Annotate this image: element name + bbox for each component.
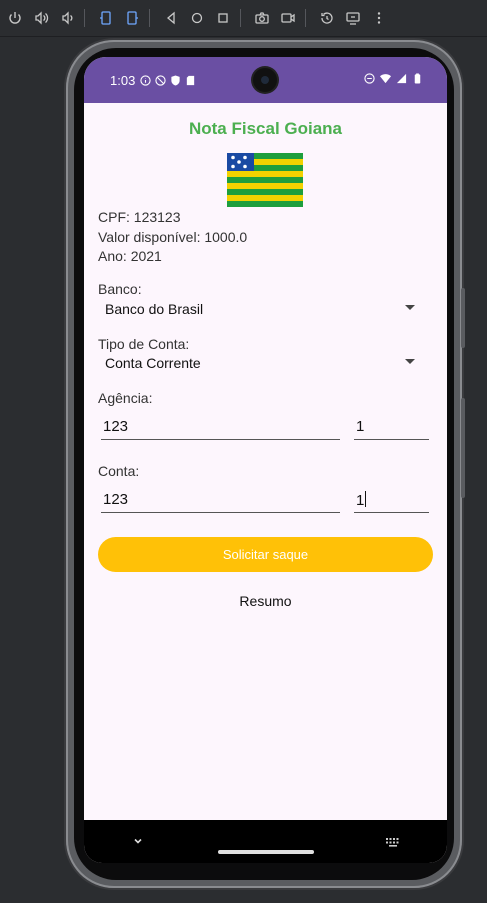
front-camera	[253, 68, 277, 92]
status-time: 1:03	[110, 72, 136, 88]
info-icon	[140, 74, 151, 86]
dropdown-arrow-icon	[405, 305, 415, 310]
account-digit-value: 1	[356, 492, 365, 509]
summary-button[interactable]: Resumo	[84, 593, 447, 609]
nav-collapse-icon[interactable]	[132, 834, 144, 852]
display-mode-icon[interactable]	[342, 7, 364, 29]
goias-flag-image	[227, 153, 303, 207]
account-label: Conta:	[98, 463, 140, 479]
account-input-value: 123	[103, 491, 129, 508]
toolbar-separator	[305, 9, 306, 27]
overview-icon[interactable]	[212, 7, 234, 29]
bank-select-value: Banco do Brasil	[105, 301, 204, 317]
toolbar-separator	[149, 9, 150, 27]
rotate-right-icon[interactable]	[121, 7, 143, 29]
page-title: Nota Fiscal Goiana	[188, 119, 343, 138]
home-gesture-handle[interactable]	[218, 850, 314, 854]
keyboard-icon[interactable]	[385, 835, 401, 853]
year-text: Ano: 2021	[98, 248, 162, 264]
sd-card-icon	[185, 75, 196, 86]
cpf-text: CPF: 123123	[98, 209, 181, 225]
bank-select[interactable]: Banco do Brasil	[98, 298, 419, 320]
more-options-icon[interactable]	[368, 7, 390, 29]
available-value-text: Valor disponível: 1000.0	[98, 229, 248, 245]
do-not-disturb-icon	[364, 73, 375, 84]
shield-icon	[170, 74, 181, 86]
agency-digit-input[interactable]: 1	[354, 415, 429, 440]
account-digit-input[interactable]: 1	[354, 488, 429, 513]
account-type-label: Tipo de Conta:	[98, 336, 190, 352]
home-icon[interactable]	[186, 7, 208, 29]
snapshot-icon[interactable]	[316, 7, 338, 29]
account-type-select[interactable]: Conta Corrente	[98, 352, 419, 374]
agency-label: Agência:	[98, 390, 153, 406]
battery-icon	[412, 73, 423, 84]
wifi-icon	[380, 73, 391, 84]
account-type-select-value: Conta Corrente	[105, 355, 201, 371]
agency-input-value: 123	[103, 418, 129, 435]
request-withdrawal-button[interactable]: Solicitar saque	[98, 537, 433, 572]
account-digit-wrapper: 1	[356, 491, 367, 509]
agency-input[interactable]: 123	[101, 415, 340, 440]
signal-icon	[396, 73, 407, 84]
device-screen: 1:03 Nota Fiscal Goiana CPF: 123123 Valo…	[84, 57, 447, 863]
agency-digit-value: 1	[356, 418, 365, 435]
screenshot-icon[interactable]	[251, 7, 273, 29]
volume-down-icon[interactable]	[56, 7, 78, 29]
toolbar-separator	[84, 9, 85, 27]
volume-up-icon[interactable]	[30, 7, 52, 29]
account-input[interactable]: 123	[101, 488, 340, 513]
shield-off-icon	[155, 74, 166, 86]
status-bar: 1:03	[84, 57, 447, 103]
dropdown-arrow-icon	[405, 359, 415, 364]
screenrecord-icon[interactable]	[277, 7, 299, 29]
device-side-button[interactable]	[461, 398, 465, 498]
bank-label: Banco:	[98, 281, 142, 297]
rotate-left-icon[interactable]	[95, 7, 117, 29]
power-icon[interactable]	[4, 7, 26, 29]
navigation-bar	[84, 820, 447, 863]
back-icon[interactable]	[160, 7, 182, 29]
text-caret	[365, 491, 367, 507]
emulator-toolbar	[0, 0, 487, 37]
device-volume-button[interactable]	[461, 288, 465, 348]
toolbar-separator	[240, 9, 241, 27]
